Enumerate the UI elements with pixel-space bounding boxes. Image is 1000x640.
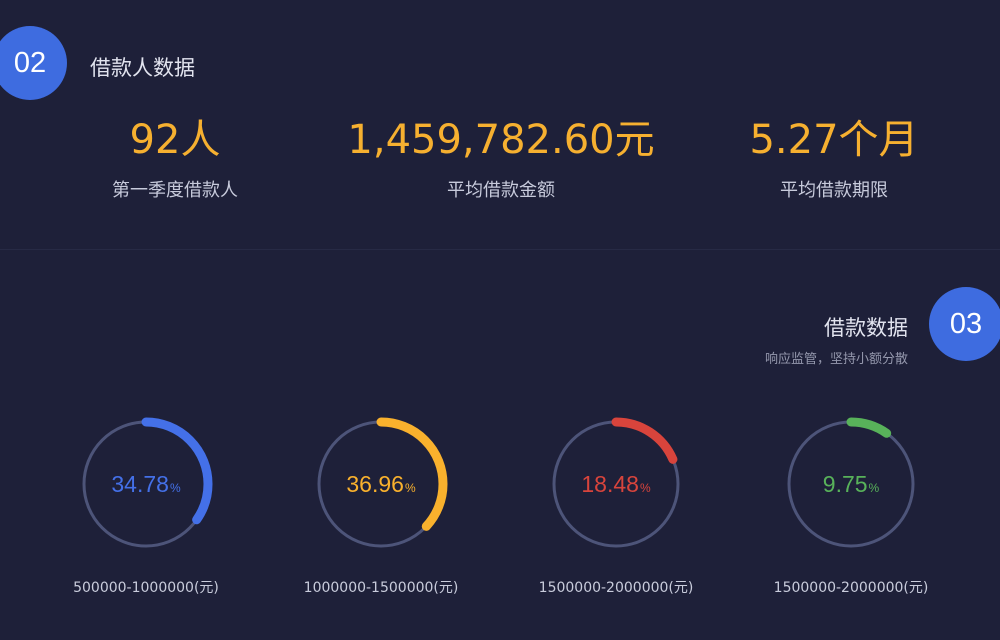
ring-range-label: 1500000-2000000(元) bbox=[773, 580, 929, 596]
ring-value-number: 9.75 bbox=[822, 470, 868, 497]
section-number: 03 bbox=[949, 307, 983, 340]
section-number-badge: 03 bbox=[929, 287, 1000, 361]
ring-percent-sign: % bbox=[639, 480, 651, 495]
ring-range-label: 500000-1000000(元) bbox=[73, 580, 219, 596]
ring-percent-sign: % bbox=[868, 480, 880, 495]
ring-value: 18.48% bbox=[546, 414, 686, 554]
ring-percent-sign: % bbox=[169, 480, 181, 495]
ring-value-number: 36.96 bbox=[346, 470, 404, 497]
percentage-ring: 36.96% bbox=[311, 414, 451, 554]
ring-value-number: 34.78 bbox=[111, 470, 169, 497]
stat-average-amount: 1,459,782.60元 平均借款金额 bbox=[336, 112, 666, 202]
stat-borrowers: 92人 第一季度借款人 bbox=[10, 112, 340, 202]
stat-label: 平均借款期限 bbox=[780, 180, 888, 201]
stat-average-term: 5.27个月 平均借款期限 bbox=[669, 112, 999, 202]
ring-value: 34.78% bbox=[76, 414, 216, 554]
borrower-section-title: 借款人数据 bbox=[90, 56, 195, 80]
stat-label: 第一季度借款人 bbox=[112, 180, 238, 201]
ring-percent-sign: % bbox=[404, 480, 416, 495]
ring-value-number: 18.48 bbox=[581, 470, 639, 497]
section-number-badge: 02 bbox=[0, 26, 67, 100]
stat-value: 1,459,782.60元 bbox=[347, 117, 655, 163]
ring-range-label: 1500000-2000000(元) bbox=[538, 580, 694, 596]
percentage-ring: 9.75% bbox=[781, 414, 921, 554]
percentage-ring: 34.78% bbox=[76, 414, 216, 554]
stat-label: 平均借款金额 bbox=[447, 180, 555, 201]
stat-value: 92人 bbox=[129, 117, 221, 163]
section-divider bbox=[0, 249, 1000, 250]
percentage-ring: 18.48% bbox=[546, 414, 686, 554]
ring-value: 36.96% bbox=[311, 414, 451, 554]
loan-section-title: 借款数据 bbox=[824, 316, 908, 340]
loan-section-subtitle: 响应监管，坚持小额分散 bbox=[764, 352, 908, 367]
ring-value: 9.75% bbox=[781, 414, 921, 554]
stat-value: 5.27个月 bbox=[749, 117, 919, 163]
ring-range-label: 1000000-1500000(元) bbox=[303, 580, 459, 596]
section-number: 02 bbox=[13, 46, 47, 79]
